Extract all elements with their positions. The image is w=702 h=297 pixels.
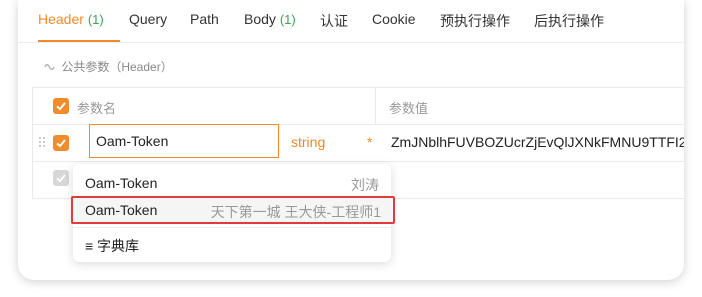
section-title: 公共参数（Header） xyxy=(61,60,173,74)
tab-pre-request[interactable]: 预执行操作 xyxy=(440,11,510,31)
dropdown-option[interactable]: Oam-Token 刘涛 xyxy=(73,169,391,197)
tab-cookie[interactable]: Cookie xyxy=(372,11,416,27)
param-type-select[interactable]: string xyxy=(291,134,325,150)
active-tab-indicator xyxy=(38,40,120,42)
dropdown-option-highlighted[interactable]: Oam-Token 天下第一城 王大侠-工程师1 xyxy=(71,196,395,224)
tab-path[interactable]: Path xyxy=(190,11,219,27)
header-param-name: 参数名 xyxy=(77,101,117,116)
tab-bar: Header (1) Query Path Body (1) 认证 Cookie… xyxy=(18,0,684,43)
drag-handle-icon[interactable] xyxy=(38,136,46,150)
param-value-input[interactable]: ZmJNblhFUVBOZUcrZjEvQlJXNkFMNU9TTFI2 xyxy=(391,134,684,150)
link-icon xyxy=(44,60,58,74)
option-name: Oam-Token xyxy=(85,202,158,218)
check-icon xyxy=(56,174,66,183)
section-public-params: 公共参数（Header） xyxy=(44,58,173,75)
tab-header-count: (1) xyxy=(87,12,104,27)
tab-cookie-label: Cookie xyxy=(372,11,416,27)
check-icon xyxy=(56,139,66,148)
tab-pre-request-label: 预执行操作 xyxy=(440,13,510,29)
tab-post-request-label: 后执行操作 xyxy=(534,13,604,29)
row-enabled-checkbox[interactable] xyxy=(53,135,69,151)
tab-header-label: Header xyxy=(38,11,84,27)
tab-body-label: Body xyxy=(244,11,276,27)
tab-header[interactable]: Header (1) xyxy=(38,11,104,27)
header-param-value: 参数值 xyxy=(389,101,429,116)
required-mark[interactable]: * xyxy=(367,134,372,150)
tab-body-count: (1) xyxy=(279,12,296,27)
select-all-checkbox[interactable] xyxy=(53,98,69,114)
table-row: Oam-Token string * ZmJNblhFUVBOZUcrZjEvQ… xyxy=(33,124,684,162)
check-icon xyxy=(56,102,66,111)
dictionary-link[interactable]: ≡ 字典库 xyxy=(85,236,139,256)
tab-auth[interactable]: 认证 xyxy=(320,11,348,31)
tab-auth-label: 认证 xyxy=(320,13,348,29)
option-owner: 刘涛 xyxy=(351,177,379,193)
column-divider xyxy=(375,88,376,124)
table-header-row: 参数名 参数值 xyxy=(33,88,684,125)
app-frame: Header (1) Query Path Body (1) 认证 Cookie… xyxy=(18,0,684,280)
option-name: Oam-Token xyxy=(85,175,158,191)
new-row-checkbox[interactable] xyxy=(53,170,69,186)
tab-path-label: Path xyxy=(190,11,219,27)
dropdown-divider xyxy=(73,227,391,228)
autocomplete-dropdown: Oam-Token 刘涛 Oam-Token 天下第一城 王大侠-工程师1 ≡ … xyxy=(71,164,395,262)
param-name-input[interactable]: Oam-Token xyxy=(89,124,279,158)
tab-query[interactable]: Query xyxy=(129,11,167,27)
option-owner: 天下第一城 王大侠-工程师1 xyxy=(210,204,381,220)
tab-body[interactable]: Body (1) xyxy=(244,11,296,27)
tab-query-label: Query xyxy=(129,11,168,27)
tab-post-request[interactable]: 后执行操作 xyxy=(534,11,604,31)
